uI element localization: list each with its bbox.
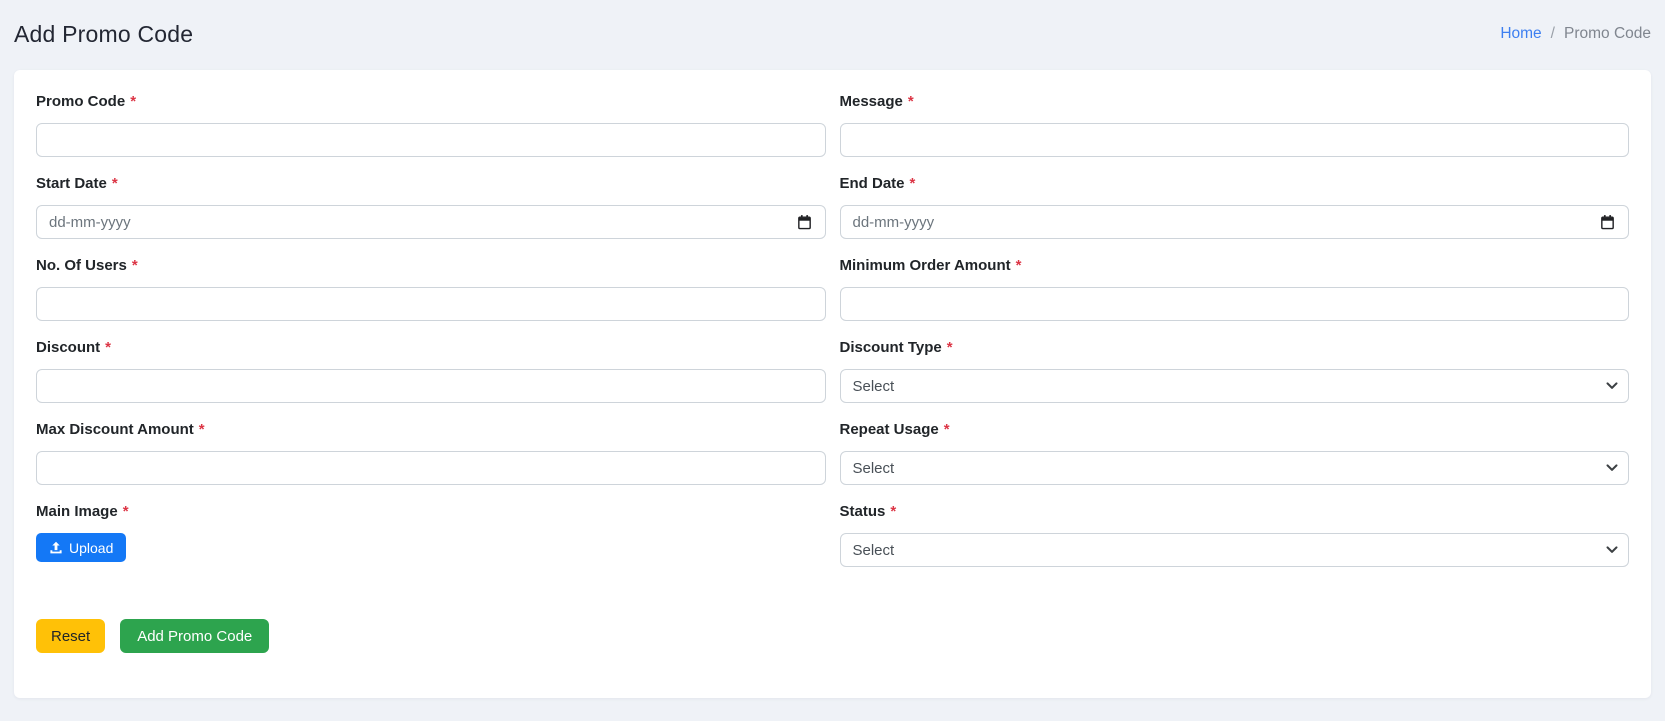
field-label: Discount Type * bbox=[840, 340, 1630, 356]
field-label: Promo Code * bbox=[36, 94, 826, 110]
field-main-image: Main Image * Upload bbox=[36, 504, 826, 567]
page-header: Add Promo Code Home / Promo Code bbox=[0, 0, 1665, 58]
field-label: Minimum Order Amount * bbox=[840, 258, 1630, 274]
field-label: Message * bbox=[840, 94, 1630, 110]
reset-button[interactable]: Reset bbox=[36, 619, 105, 653]
required-asterisk: * bbox=[123, 503, 129, 520]
field-label: Discount * bbox=[36, 340, 826, 356]
field-label: Main Image * bbox=[36, 504, 826, 520]
label-text: Repeat Usage bbox=[840, 421, 939, 438]
field-label: End Date * bbox=[840, 176, 1630, 192]
field-promo-code: Promo Code * bbox=[36, 94, 826, 157]
label-text: No. Of Users bbox=[36, 257, 127, 274]
minimum-order-amount-input[interactable] bbox=[840, 287, 1630, 321]
label-text: Message bbox=[840, 93, 903, 110]
required-asterisk: * bbox=[947, 339, 953, 356]
date-placeholder: dd-mm-yyyy bbox=[853, 214, 935, 231]
calendar-icon[interactable] bbox=[796, 214, 813, 231]
field-status: Status* Select bbox=[840, 504, 1630, 567]
promo-code-input[interactable] bbox=[36, 123, 826, 157]
discount-input[interactable] bbox=[36, 369, 826, 403]
field-label: Max Discount Amount * bbox=[36, 422, 826, 438]
field-label: No. Of Users * bbox=[36, 258, 826, 274]
start-date-input[interactable]: dd-mm-yyyy bbox=[36, 205, 826, 239]
required-asterisk: * bbox=[130, 93, 136, 110]
end-date-input[interactable]: dd-mm-yyyy bbox=[840, 205, 1630, 239]
field-no-of-users: No. Of Users * bbox=[36, 258, 826, 321]
required-asterisk: * bbox=[1016, 257, 1022, 274]
field-label: Start Date * bbox=[36, 176, 826, 192]
upload-button-label: Upload bbox=[69, 540, 113, 556]
add-promo-code-button[interactable]: Add Promo Code bbox=[120, 619, 269, 653]
form-card: Promo Code * Message * Start Date * dd-mm-y… bbox=[14, 70, 1651, 698]
max-discount-amount-input[interactable] bbox=[36, 451, 826, 485]
required-asterisk: * bbox=[105, 339, 111, 356]
upload-button[interactable]: Upload bbox=[36, 533, 126, 562]
select-wrapper: Select bbox=[840, 533, 1630, 567]
discount-type-select[interactable]: Select bbox=[840, 369, 1630, 403]
status-select[interactable]: Select bbox=[840, 533, 1630, 567]
label-text: Promo Code bbox=[36, 93, 125, 110]
required-asterisk: * bbox=[890, 503, 896, 520]
field-end-date: End Date * dd-mm-yyyy bbox=[840, 176, 1630, 239]
field-label: Status* bbox=[840, 504, 1630, 520]
label-text: Minimum Order Amount bbox=[840, 257, 1011, 274]
label-text: End Date bbox=[840, 175, 905, 192]
repeat-usage-select[interactable]: Select bbox=[840, 451, 1630, 485]
field-discount-type: Discount Type * Select bbox=[840, 340, 1630, 403]
field-repeat-usage: Repeat Usage * Select bbox=[840, 422, 1630, 485]
no-of-users-input[interactable] bbox=[36, 287, 826, 321]
field-discount: Discount * bbox=[36, 340, 826, 403]
required-asterisk: * bbox=[908, 93, 914, 110]
required-asterisk: * bbox=[132, 257, 138, 274]
field-max-discount-amount: Max Discount Amount * bbox=[36, 422, 826, 485]
breadcrumb-home-link[interactable]: Home bbox=[1500, 25, 1541, 43]
label-text: Discount Type bbox=[840, 339, 942, 356]
promo-code-form: Promo Code * Message * Start Date * dd-mm-y… bbox=[36, 94, 1629, 586]
field-start-date: Start Date * dd-mm-yyyy bbox=[36, 176, 826, 239]
breadcrumb-current: Promo Code bbox=[1564, 25, 1651, 43]
required-asterisk: * bbox=[944, 421, 950, 438]
calendar-icon[interactable] bbox=[1599, 214, 1616, 231]
label-text: Status bbox=[840, 503, 886, 520]
required-asterisk: * bbox=[112, 175, 118, 192]
label-text: Start Date bbox=[36, 175, 107, 192]
breadcrumb: Home / Promo Code bbox=[1500, 25, 1651, 43]
label-text: Main Image bbox=[36, 503, 118, 520]
message-input[interactable] bbox=[840, 123, 1630, 157]
upload-icon bbox=[49, 541, 63, 555]
required-asterisk: * bbox=[910, 175, 916, 192]
breadcrumb-separator: / bbox=[1551, 25, 1555, 43]
label-text: Discount bbox=[36, 339, 100, 356]
field-label: Repeat Usage * bbox=[840, 422, 1630, 438]
label-text: Max Discount Amount bbox=[36, 421, 194, 438]
select-wrapper: Select bbox=[840, 451, 1630, 485]
field-minimum-order-amount: Minimum Order Amount * bbox=[840, 258, 1630, 321]
form-actions: Reset Add Promo Code bbox=[36, 619, 1629, 653]
page-title: Add Promo Code bbox=[14, 21, 193, 48]
field-message: Message * bbox=[840, 94, 1630, 157]
select-wrapper: Select bbox=[840, 369, 1630, 403]
required-asterisk: * bbox=[199, 421, 205, 438]
date-placeholder: dd-mm-yyyy bbox=[49, 214, 131, 231]
